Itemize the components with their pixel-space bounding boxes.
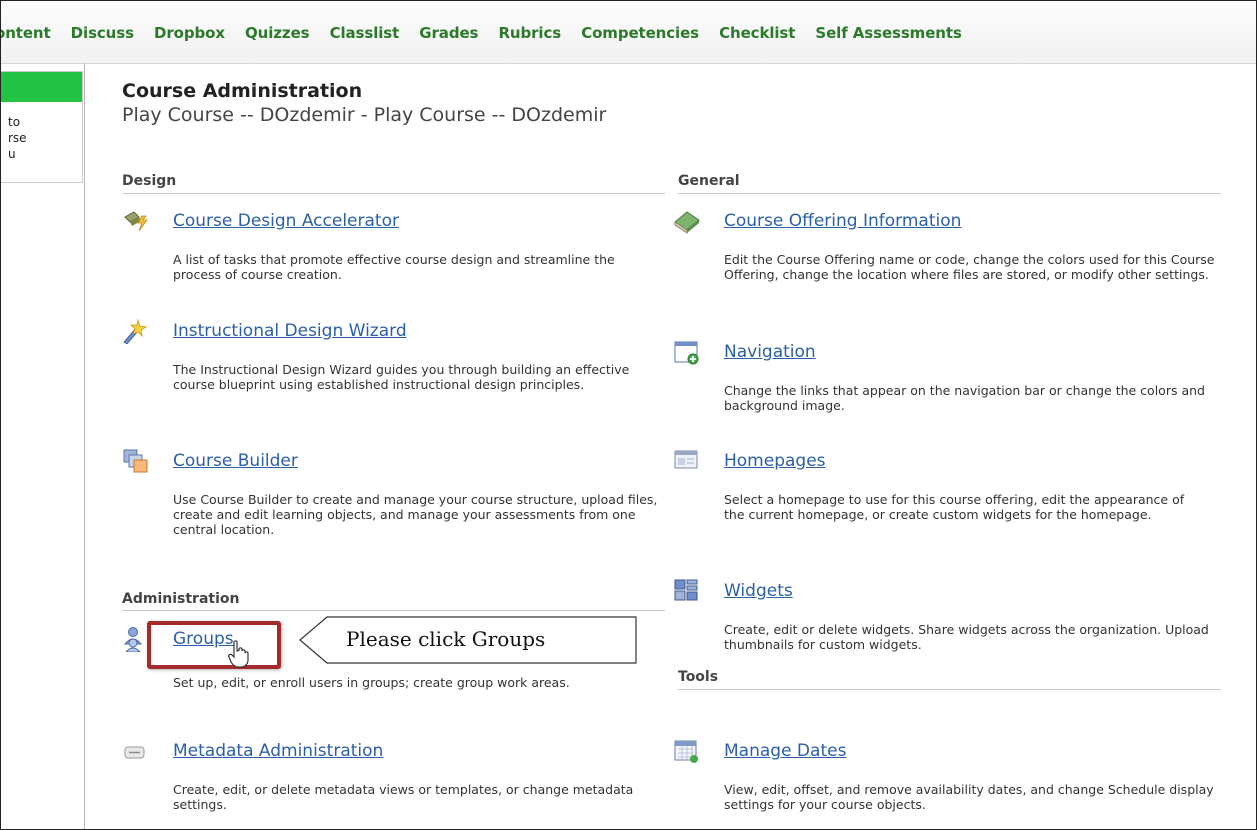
nav-classlist[interactable]: Classlist: [330, 24, 400, 42]
widgets-icon: [674, 579, 698, 601]
page-subtitle: Play Course -- DOzdemir - Play Course --…: [122, 104, 607, 126]
course-builder-link[interactable]: Course Builder: [173, 451, 298, 471]
homepages-link[interactable]: Homepages: [724, 451, 826, 471]
widgets-desc: Create, edit or delete widgets. Share wi…: [724, 622, 1209, 652]
course-offering-information-desc: Edit the Course Offering name or code, c…: [724, 252, 1215, 282]
screenshot-frame: ontent Discuss Dropbox Quizzes Classlist…: [0, 0, 1257, 830]
panel-text[interactable]: to rse u: [8, 114, 27, 162]
section-divider: [122, 193, 665, 194]
nav-rubrics[interactable]: Rubrics: [498, 24, 561, 42]
users-icon: [123, 627, 143, 652]
instruction-callout: Please click Groups: [299, 616, 637, 664]
section-divider: [678, 689, 1221, 690]
nav-checklist[interactable]: Checklist: [719, 24, 795, 42]
section-divider: [678, 193, 1221, 194]
page-title: Course Administration: [122, 80, 363, 102]
nav-quizzes[interactable]: Quizzes: [245, 24, 310, 42]
panel-text-line: to: [8, 115, 21, 129]
callout-text: Please click Groups: [346, 627, 546, 651]
metadata-administration-desc: Create, edit, or delete metadata views o…: [173, 782, 634, 812]
stacked-pages-icon: [123, 449, 148, 473]
widgets-link[interactable]: Widgets: [724, 581, 793, 601]
groups-highlight-box: [147, 621, 281, 669]
homepage-icon: [674, 450, 698, 469]
manage-dates-desc: View, edit, offset, and remove availabil…: [724, 782, 1214, 812]
instructional-design-wizard-link[interactable]: Instructional Design Wizard: [173, 321, 407, 341]
window-plus-icon: [674, 341, 699, 365]
navigation-link[interactable]: Navigation: [724, 342, 816, 362]
course-design-accelerator-desc: A list of tasks that promote effective c…: [173, 252, 615, 282]
wrench-lightning-icon: [124, 211, 148, 232]
nav-self-assessments[interactable]: Self Assessments: [815, 24, 961, 42]
homepages-desc: Select a homepage to use for this course…: [724, 492, 1185, 522]
book-icon: [674, 211, 700, 234]
panel-text-line: u: [8, 147, 16, 161]
manage-dates-link[interactable]: Manage Dates: [724, 741, 846, 761]
tag-icon: [124, 746, 145, 759]
course-design-accelerator-link[interactable]: Course Design Accelerator: [173, 211, 399, 231]
panel-header-bar: [1, 72, 82, 102]
nav-grades[interactable]: Grades: [419, 24, 478, 42]
nav-dropbox[interactable]: Dropbox: [154, 24, 225, 42]
metadata-administration-link[interactable]: Metadata Administration: [173, 741, 383, 761]
calendar-icon: [674, 740, 698, 763]
section-divider: [122, 610, 665, 611]
navigation-desc: Change the links that appear on the navi…: [724, 383, 1205, 413]
course-navbar: ontent Discuss Dropbox Quizzes Classlist…: [1, 1, 1256, 64]
section-general: General: [678, 173, 740, 189]
groups-desc: Set up, edit, or enroll users in groups;…: [173, 675, 570, 690]
content-divider: [84, 63, 85, 829]
left-side-panel: to rse u: [1, 71, 83, 183]
wand-icon: [123, 318, 148, 344]
panel-text-line: rse: [8, 131, 27, 145]
instructional-design-wizard-desc: The Instructional Design Wizard guides y…: [173, 362, 630, 392]
section-tools: Tools: [678, 669, 719, 685]
nav-competencies[interactable]: Competencies: [581, 24, 699, 42]
nav-discuss[interactable]: Discuss: [71, 24, 134, 42]
navbar-items: ontent Discuss Dropbox Quizzes Classlist…: [1, 23, 977, 42]
section-design: Design: [122, 173, 177, 189]
mouse-cursor-icon: [228, 640, 249, 668]
course-builder-desc: Use Course Builder to create and manage …: [173, 492, 658, 537]
nav-content[interactable]: ontent: [1, 24, 51, 42]
course-offering-information-link[interactable]: Course Offering Information: [724, 211, 961, 231]
section-administration: Administration: [122, 591, 240, 607]
